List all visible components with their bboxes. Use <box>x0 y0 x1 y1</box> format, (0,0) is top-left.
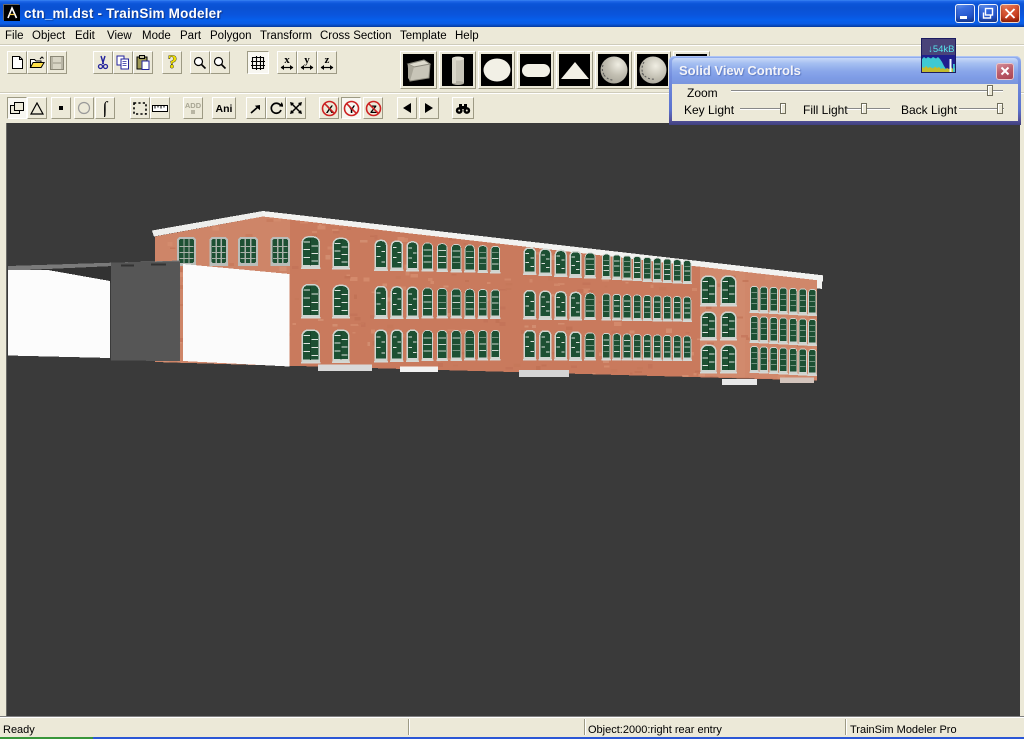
svg-text:y: y <box>304 54 310 66</box>
svg-text:ADD: ADD <box>185 101 202 110</box>
svg-text:Ani: Ani <box>216 103 233 114</box>
svg-text:↓54kB: ↓54kB <box>928 44 954 55</box>
svg-text:?: ? <box>167 53 177 72</box>
svg-text:∫: ∫ <box>102 99 109 117</box>
svg-text:z: z <box>325 54 330 66</box>
svg-text:x: x <box>284 54 290 66</box>
